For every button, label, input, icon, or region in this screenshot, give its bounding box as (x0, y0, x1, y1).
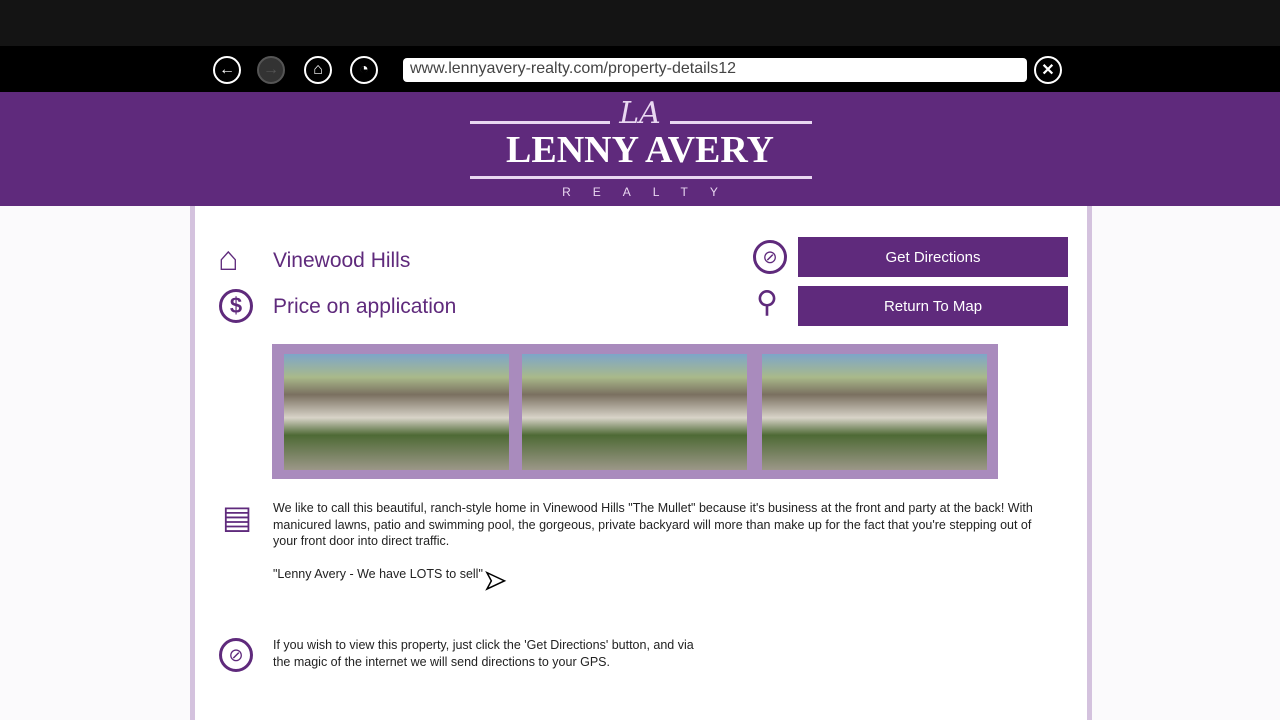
property-photo[interactable] (284, 354, 509, 470)
history-icon[interactable]: ◔ (350, 56, 378, 84)
property-photo[interactable] (762, 354, 987, 470)
map-pin-icon: ⚲ (756, 286, 778, 319)
document-icon: ▤ (222, 499, 253, 535)
compass-icon: ⊘ (753, 240, 787, 274)
logo-line (670, 121, 812, 124)
photo-gallery (272, 344, 998, 479)
property-description: We like to call this beautiful, ranch-st… (273, 501, 1033, 548)
directions-note: If you wish to view this property, just … (273, 638, 694, 669)
url-bar[interactable]: www.lennyavery-realty.com/property-detai… (403, 58, 1027, 82)
logo-line (470, 121, 610, 124)
property-location: Vinewood Hills (273, 249, 411, 272)
close-icon[interactable]: ✕ (1034, 56, 1062, 84)
compass-icon: ⊘ (219, 638, 253, 672)
property-photo[interactable] (522, 354, 747, 470)
slogan: "Lenny Avery - We have LOTS to sell" (273, 567, 483, 581)
return-to-map-button[interactable]: Return To Map (798, 286, 1068, 326)
property-price: Price on application (273, 295, 457, 318)
forward-icon[interactable]: → (257, 56, 285, 84)
back-icon[interactable]: ← (213, 56, 241, 84)
house-icon: ⌂ (218, 240, 239, 278)
get-directions-button[interactable]: Get Directions (798, 237, 1068, 277)
top-bar (0, 0, 1280, 46)
logo-name[interactable]: LENNY AVERY (470, 128, 810, 172)
logo-monogram: LA (619, 96, 661, 131)
home-icon[interactable]: ⌂ (304, 56, 332, 84)
mouse-cursor-icon: ➤ (483, 564, 506, 596)
logo-sub: REALTY (562, 185, 740, 199)
dollar-icon: $ (219, 289, 253, 323)
logo-line (470, 176, 812, 179)
